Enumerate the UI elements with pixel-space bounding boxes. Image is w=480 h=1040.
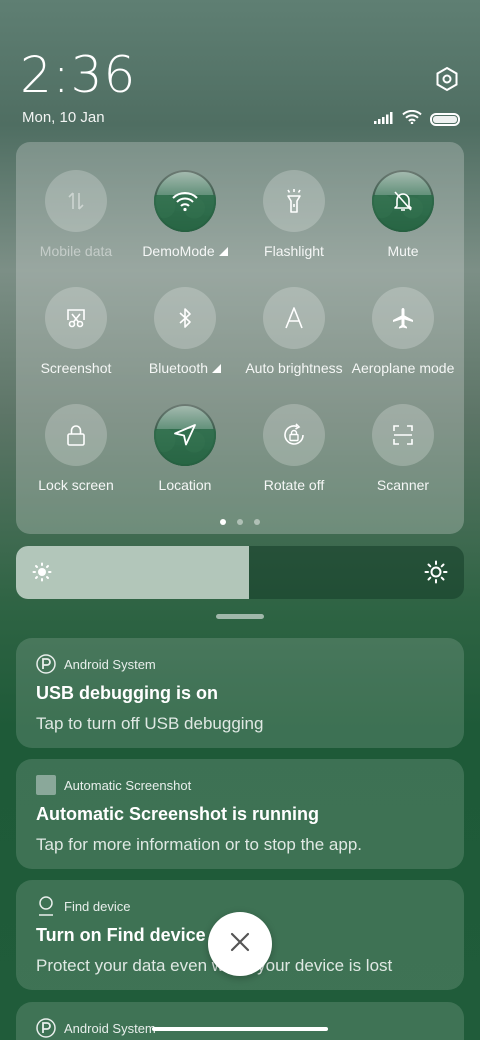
tile-screenshot[interactable]: Screenshot: [20, 287, 132, 376]
mobile-data-icon: [45, 170, 107, 232]
tile-label: Screenshot: [40, 360, 112, 376]
tile-label: Bluetooth: [148, 360, 209, 376]
tile-scanner[interactable]: Scanner: [347, 404, 459, 493]
date-label: Mon, 10 Jan: [22, 109, 105, 126]
wifi-icon: [154, 170, 216, 232]
tile-label: Mobile data: [39, 243, 113, 259]
notification-body: Tap to turn off USB debugging: [36, 714, 264, 733]
notification-android-system[interactable]: Android System: [16, 1002, 464, 1040]
mute-icon: [372, 170, 434, 232]
tile-mobile-data[interactable]: Mobile data: [20, 170, 132, 259]
notification-automatic-screenshot[interactable]: Automatic Screenshot Automatic Screensho…: [16, 759, 464, 869]
app-square-icon: [36, 775, 56, 795]
notification-title: Automatic Screenshot is running: [36, 804, 320, 824]
tile-mute[interactable]: Mute: [347, 170, 459, 259]
notification-app-name: Android System: [64, 656, 156, 672]
tile-location[interactable]: Location: [129, 404, 241, 493]
android-system-icon: [36, 654, 56, 674]
panel-drag-handle[interactable]: [216, 614, 264, 619]
flashlight-icon: [263, 170, 325, 232]
notification-app-name: Automatic Screenshot: [64, 777, 192, 793]
bluetooth-icon: [154, 287, 216, 349]
tile-label: Rotate off: [263, 477, 325, 493]
find-device-icon: [36, 896, 56, 916]
page-dot-active: [220, 519, 226, 525]
tile-label: DemoMode: [142, 243, 215, 259]
tile-label: Mute: [387, 243, 419, 259]
tile-demomode[interactable]: DemoMode: [129, 170, 241, 259]
clear-notifications-button[interactable]: [208, 912, 272, 976]
tile-label: Auto brightness: [245, 360, 343, 376]
tile-label: Flashlight: [264, 243, 324, 259]
scanner-icon: [372, 404, 434, 466]
notification-body: Tap for more information or to stop the …: [36, 835, 363, 854]
tile-flashlight[interactable]: Flashlight: [238, 170, 350, 259]
screenshot-icon: [45, 287, 107, 349]
page-dot: [254, 519, 260, 525]
tile-label: Aeroplane mode: [351, 360, 455, 376]
android-system-icon: [36, 1018, 56, 1038]
expand-triangle-icon: [218, 247, 228, 256]
page-indicator: [16, 519, 464, 525]
brightness-slider[interactable]: [16, 546, 464, 599]
settings-gear-icon[interactable]: [434, 66, 460, 92]
expand-triangle-icon: [212, 364, 222, 373]
rotate-icon: [263, 404, 325, 466]
tile-label: Lock screen: [38, 477, 114, 493]
tile-aeroplane-mode[interactable]: Aeroplane mode: [347, 287, 459, 376]
lock-icon: [45, 404, 107, 466]
brightness-high-icon: [424, 560, 448, 589]
location-icon: [154, 404, 216, 466]
signal-icon: [374, 111, 394, 129]
tile-rotate-off[interactable]: Rotate off: [238, 404, 350, 493]
tile-label: Location: [158, 477, 212, 493]
auto-brightness-icon: [263, 287, 325, 349]
tile-label: Scanner: [376, 477, 430, 493]
aeroplane-icon: [372, 287, 434, 349]
status-icons: [374, 109, 460, 129]
notification-app-name: Android System: [64, 1020, 156, 1036]
close-icon: [229, 931, 251, 958]
clock-time: 2:36: [20, 46, 137, 104]
page-dot: [237, 519, 243, 525]
tile-bluetooth[interactable]: Bluetooth: [129, 287, 241, 376]
notification-usb-debugging[interactable]: Android System USB debugging is on Tap t…: [16, 638, 464, 748]
notification-app-name: Find device: [64, 898, 131, 914]
battery-icon: [430, 113, 460, 126]
gesture-nav-bar[interactable]: [152, 1027, 328, 1031]
brightness-low-icon: [32, 562, 52, 587]
tile-auto-brightness[interactable]: Auto brightness: [238, 287, 350, 376]
notification-title: USB debugging is on: [36, 683, 218, 703]
wifi-status-icon: [402, 109, 422, 129]
quick-settings-panel: Mobile data DemoMode Flashlight Mute Scr…: [16, 142, 464, 534]
tile-lock-screen[interactable]: Lock screen: [20, 404, 132, 493]
